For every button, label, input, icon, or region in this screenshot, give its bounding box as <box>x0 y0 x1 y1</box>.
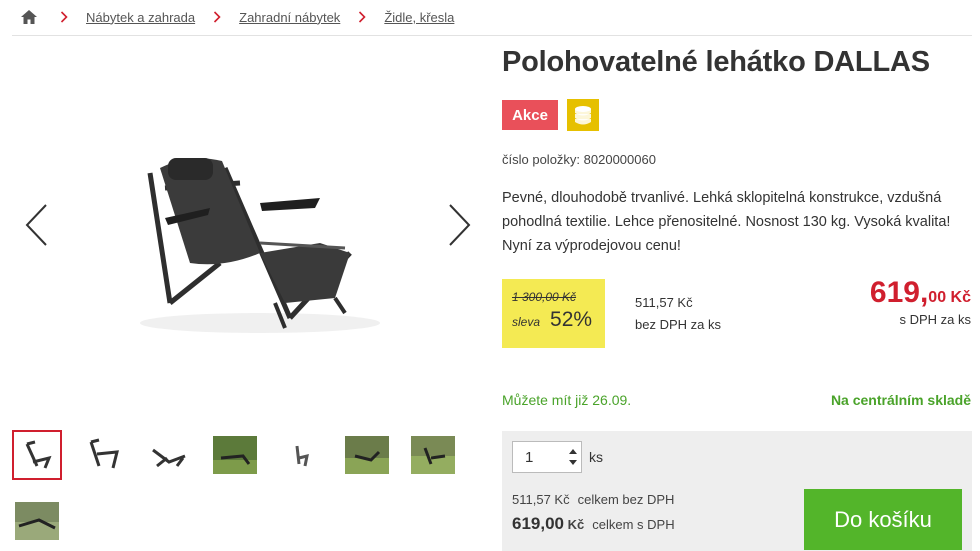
add-to-cart-panel: 1 ks 511,57 Kč celkem bez DPH 619,00 Kč ce… <box>502 431 972 551</box>
lounge-chair-thumb <box>25 440 52 469</box>
divider <box>12 35 972 36</box>
breadcrumb-link-zahradni-nabytek[interactable]: Zahradní nábytek <box>239 10 340 25</box>
old-price: 1 300,00 Kč <box>512 290 577 304</box>
net-price: 511,57 Kč <box>635 295 693 310</box>
add-to-cart-button[interactable]: Do košíku <box>804 489 962 550</box>
product-title: Polohovatelné lehátko DALLAS <box>502 46 930 78</box>
chevron-right-icon <box>213 11 221 23</box>
garden-photo-thumb <box>345 436 389 474</box>
product-main-image[interactable] <box>70 58 430 388</box>
thumbnail-7[interactable] <box>408 430 458 480</box>
lounge-chair-image <box>140 158 380 333</box>
gross-price-block: 619,00 Kč s DPH za ks <box>870 276 971 327</box>
sku-label: číslo položky: 8020000060 <box>502 152 656 167</box>
thumbnail-2[interactable] <box>78 430 128 480</box>
home-icon[interactable] <box>20 9 38 25</box>
net-price-block: 511,57 Kč bez DPH za ks <box>635 292 721 336</box>
gallery-next-button[interactable] <box>444 203 474 247</box>
breadcrumb-link-zidle-kresla[interactable]: Židle, křesla <box>384 10 454 25</box>
thumbnail-6[interactable] <box>342 430 392 480</box>
total-gross: 619,00 Kč celkem s DPH <box>512 514 675 533</box>
gross-price-label: s DPH za ks <box>899 312 971 327</box>
delivery-date: Můžete mít již 26.09. <box>502 392 632 408</box>
breadcrumb-link-nabytek[interactable]: Nábytek a zahrada <box>86 10 195 25</box>
chevron-left-icon <box>25 204 47 246</box>
discount-label: sleva <box>512 315 541 329</box>
gross-price: 619,00 Kč <box>869 276 971 309</box>
lounge-chair-thumb <box>295 445 309 467</box>
coins-icon <box>567 99 599 131</box>
garden-photo-thumb <box>15 502 59 540</box>
discount-box: 1 300,00 Kč sleva 52% <box>502 279 605 348</box>
product-description: Pevné, dlouhodobě trvanlivé. Lehká sklop… <box>502 190 951 254</box>
thumbnail-1[interactable] <box>12 430 62 480</box>
thumbnail-8[interactable] <box>12 496 62 546</box>
thumbnail-5[interactable] <box>276 430 326 480</box>
stock-status: Na centrálním skladě <box>830 392 971 408</box>
quantity-unit: ks <box>589 449 603 465</box>
thumbnail-3[interactable] <box>144 430 194 480</box>
chevron-right-icon <box>60 11 68 23</box>
chevron-right-icon <box>449 204 471 246</box>
garden-photo-thumb <box>411 436 455 474</box>
spinner-arrows-icon[interactable] <box>567 444 579 470</box>
discount-percent: 52% <box>550 308 593 331</box>
total-net: 511,57 Kč celkem bez DPH <box>512 492 675 507</box>
garden-photo-thumb <box>213 436 257 474</box>
lounge-chair-thumb <box>152 448 186 468</box>
chevron-right-icon <box>358 11 366 23</box>
net-price-label: bez DPH za ks <box>635 317 721 332</box>
thumbnail-4[interactable] <box>210 430 260 480</box>
gallery-prev-button[interactable] <box>22 203 52 247</box>
quantity-input[interactable]: 1 <box>525 449 533 466</box>
quantity-stepper[interactable]: 1 <box>512 441 582 473</box>
breadcrumb: Nábytek a zahrada Zahradní nábytek Židle… <box>20 6 472 28</box>
lounge-chair-thumb <box>89 438 119 469</box>
sale-badge: Akce <box>502 100 558 130</box>
